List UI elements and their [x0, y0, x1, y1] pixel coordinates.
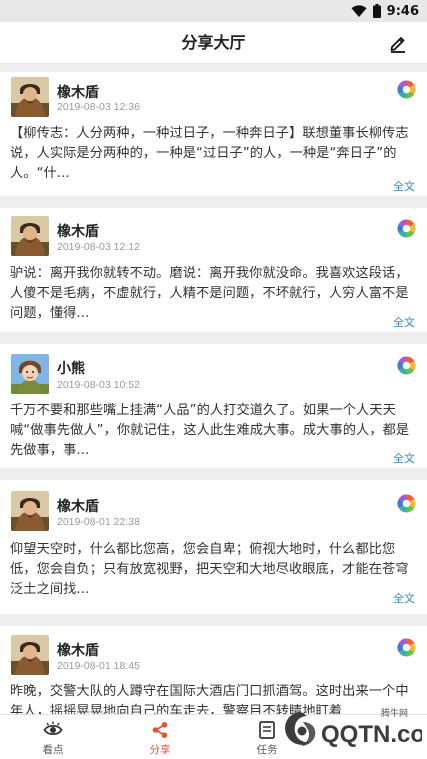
edit-button[interactable] [387, 32, 409, 54]
divider [0, 332, 427, 344]
post-author[interactable]: 橡木盾 [57, 496, 99, 516]
divider [0, 196, 427, 208]
post-card[interactable]: 橡木盾 2019-08-01 22:38 仰望天空时，什么都比您高，您会自卑；俯… [0, 480, 427, 614]
colorful-shutter-icon [397, 219, 416, 238]
share-feed[interactable]: 橡木盾 2019-08-03 12:36 【柳传志：人分两种，一种过日子，一种奔… [0, 64, 427, 714]
avatar-oak[interactable] [11, 77, 49, 117]
tab-watch[interactable]: 看点 [3, 715, 103, 759]
share-icon [152, 722, 168, 738]
post-author[interactable]: 橡木盾 [57, 640, 99, 660]
app-header: 分享大厅 [0, 22, 427, 64]
share-badge[interactable] [397, 494, 416, 513]
colorful-shutter-icon [397, 638, 416, 657]
task-icon [259, 721, 275, 739]
read-more-link[interactable]: 全文 [393, 450, 415, 466]
divider [0, 614, 427, 626]
wifi-icon [351, 4, 367, 17]
tab-label: 看点 [42, 744, 64, 756]
share-badge[interactable] [397, 219, 416, 238]
post-time: 2019-08-03 12:12 [57, 241, 140, 253]
divider [0, 468, 427, 480]
post-time: 2019-08-03 10:52 [57, 379, 140, 391]
watermark-small-text: 腾牛网 [381, 707, 408, 719]
status-icons: 9:46 [351, 3, 419, 19]
post-time: 2019-08-01 18:45 [57, 660, 140, 672]
tab-share[interactable]: 分享 [110, 715, 210, 759]
colorful-shutter-icon [397, 494, 416, 513]
post-author[interactable]: 橡木盾 [57, 221, 99, 241]
share-badge[interactable] [397, 356, 416, 375]
post-card[interactable]: 小熊 2019-08-03 10:52 千万不要和那些嘴上挂满“人品”的人打交道… [0, 344, 427, 468]
post-author[interactable]: 小熊 [57, 358, 85, 378]
status-bar: 9:46 [0, 0, 427, 22]
tab-label: 分享 [149, 744, 171, 756]
post-content[interactable]: 仰望天空时，什么都比您高，您会自卑；俯视大地时，什么都比您低，您会自负；只有放宽… [10, 540, 417, 600]
post-card[interactable]: 橡木盾 2019-08-03 12:36 【柳传志：人分两种，一种过日子，一种奔… [0, 72, 427, 196]
watermark-text: QQTN.com [321, 721, 422, 748]
post-author[interactable]: 橡木盾 [57, 82, 99, 102]
avatar-bear[interactable] [11, 354, 49, 394]
avatar-oak[interactable] [11, 635, 49, 675]
eye-icon [43, 721, 63, 735]
edit-pencil-icon [390, 37, 405, 53]
colorful-shutter-icon [397, 80, 416, 99]
read-more-link[interactable]: 全文 [393, 314, 415, 330]
avatar-oak[interactable] [11, 491, 49, 531]
post-time: 2019-08-03 12:36 [57, 101, 140, 113]
share-badge[interactable] [397, 80, 416, 99]
page-title: 分享大厅 [181, 33, 246, 52]
avatar-oak[interactable] [11, 216, 49, 256]
post-content[interactable]: 千万不要和那些嘴上挂满“人品”的人打交道久了。如果一个人天天喊“做事先做人”，你… [10, 401, 417, 461]
colorful-shutter-icon [397, 356, 416, 375]
status-time: 9:46 [386, 3, 419, 19]
post-card[interactable]: 橡木盾 2019-08-03 12:12 驴说：离开我你就转不动。磨说：离开我你… [0, 208, 427, 332]
post-time: 2019-08-01 22:38 [57, 516, 140, 528]
post-content[interactable]: 【柳传志：人分两种，一种过日子，一种奔日子】联想董事长柳传志说，人实际是分两种的… [10, 124, 417, 184]
post-card[interactable]: 橡木盾 2019-08-01 18:45 昨晚，交警大队的人蹲守在国际大酒店门口… [0, 626, 427, 714]
battery-icon [372, 4, 381, 18]
read-more-link[interactable]: 全文 [393, 590, 415, 606]
share-badge[interactable] [397, 638, 416, 657]
read-more-link[interactable]: 全文 [393, 178, 415, 194]
watermark-logo: QQTN.com 腾牛网 [277, 702, 427, 757]
post-content[interactable]: 驴说：离开我你就转不动。磨说：离开我你就没命。我喜欢这段话，人傻不是毛病，不虚就… [10, 264, 417, 324]
